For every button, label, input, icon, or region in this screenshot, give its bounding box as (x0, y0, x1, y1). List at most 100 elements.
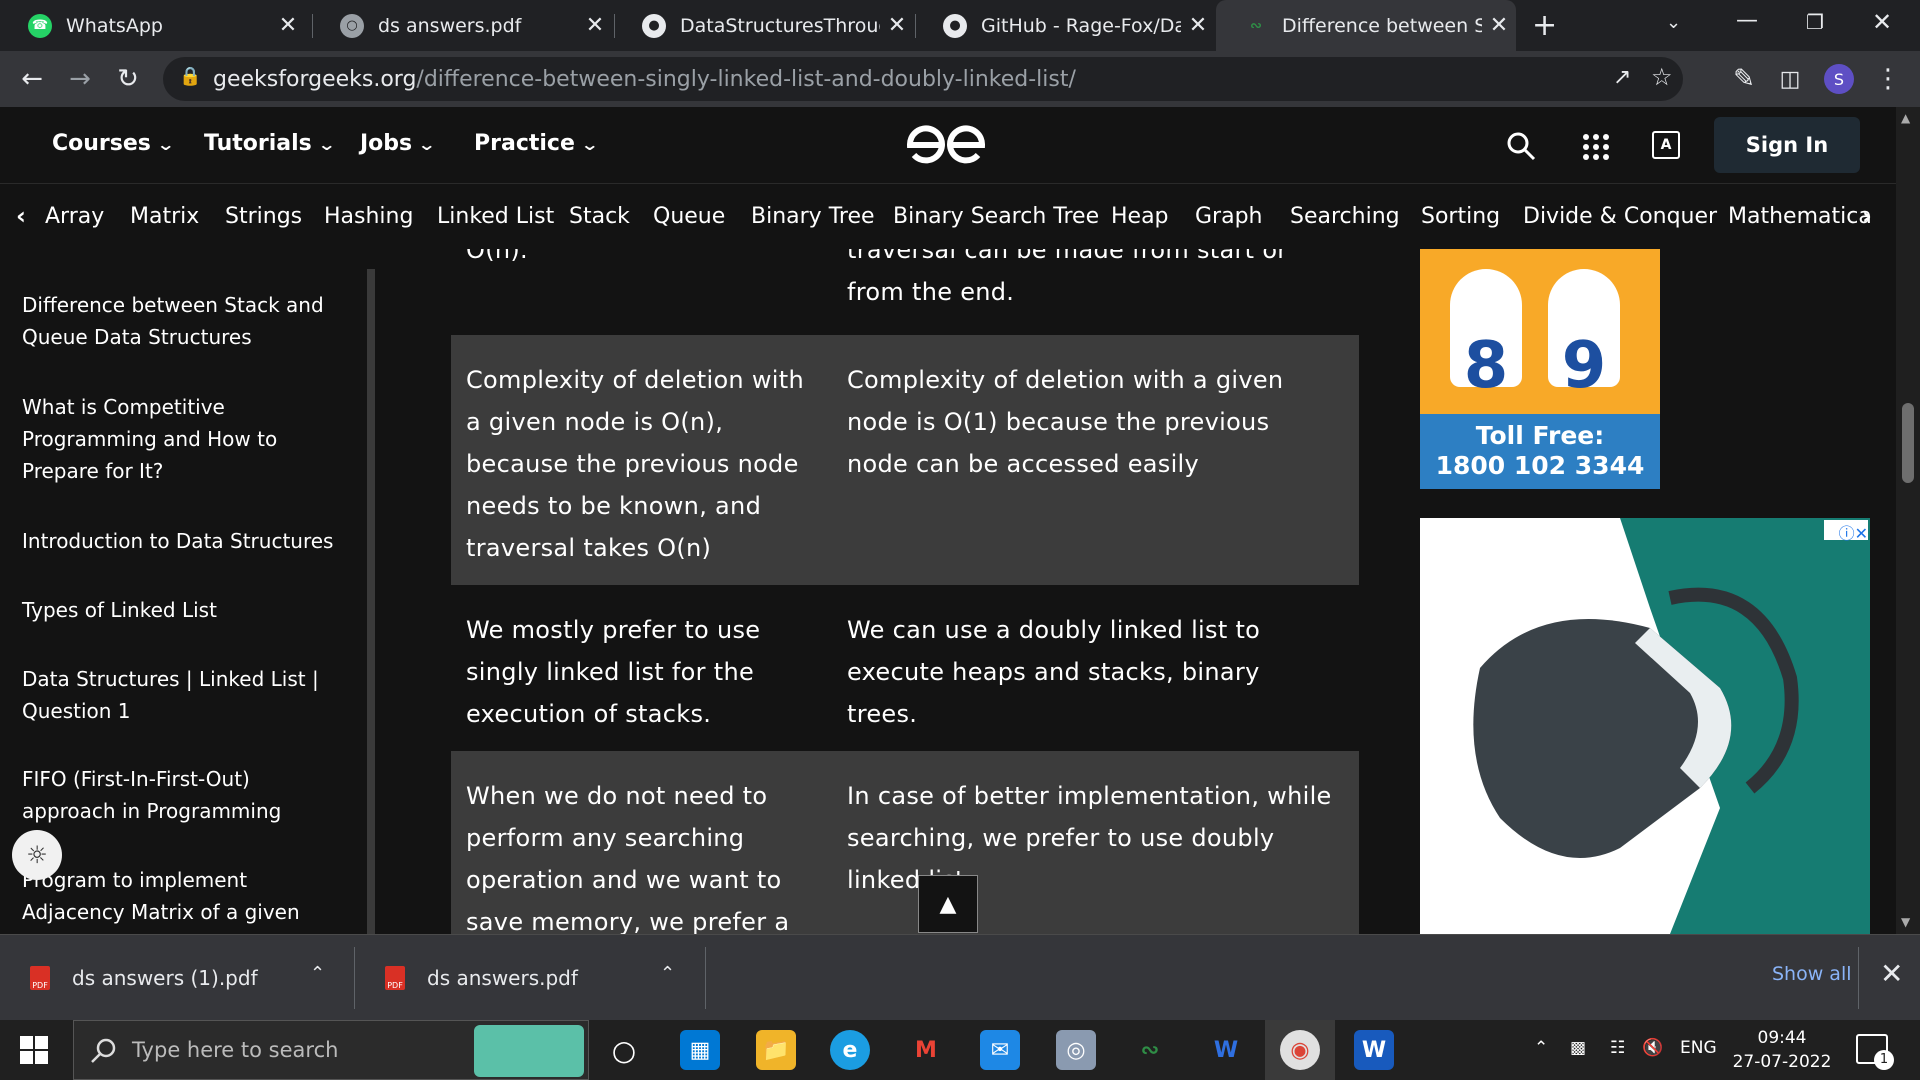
topic-searching[interactable]: Searching (1290, 204, 1400, 229)
table-cell-doubly: traversal can be made from start or from… (847, 249, 1288, 306)
topic-sorting[interactable]: Sorting (1421, 204, 1500, 229)
topic-array[interactable]: Array (45, 204, 104, 229)
chrome-icon[interactable]: ◉ (1280, 1030, 1320, 1070)
mail-icon[interactable]: ✉ (980, 1030, 1020, 1070)
close-icon[interactable]: ✕ (1181, 13, 1215, 38)
sidebar-link-linked-list-question[interactable]: Data Structures | Linked List | Question… (22, 663, 342, 727)
gmail-icon[interactable]: M (906, 1030, 946, 1070)
topic-stack[interactable]: Stack (569, 204, 630, 229)
notification-icon[interactable]: 1 (1856, 1034, 1894, 1070)
sidebar-link-types-linked-list[interactable]: Types of Linked List (22, 594, 342, 626)
close-icon[interactable]: ✕ (1482, 13, 1516, 38)
extensions-icon[interactable]: ✎ (1726, 61, 1762, 97)
gfg-app-icon[interactable]: ∾ (1130, 1030, 1170, 1070)
topic-linked-list[interactable]: Linked List (437, 204, 554, 229)
taskbar-search-input[interactable]: Type here to search (73, 1020, 589, 1080)
battery-icon[interactable]: ▩ (1570, 1038, 1586, 1058)
menu-tutorials[interactable]: Tutorials ⌄ (204, 131, 336, 156)
close-icon[interactable]: ✕ (271, 13, 305, 38)
topic-mathematical[interactable]: Mathematica (1728, 204, 1872, 229)
windows-start-icon[interactable] (20, 1036, 48, 1064)
sidebar-link-fifo[interactable]: FIFO (First-In-First-Out) approach in Pr… (22, 763, 342, 827)
menu-jobs[interactable]: Jobs ⌄ (360, 131, 436, 156)
sidebar-scrollbar[interactable] (367, 269, 375, 934)
word-icon[interactable]: W (1354, 1030, 1394, 1070)
scroll-down-icon[interactable]: ▼ (1901, 915, 1910, 929)
reload-icon[interactable]: ↻ (110, 61, 146, 97)
close-icon[interactable]: ✕ (578, 13, 612, 38)
page-scroll-thumb[interactable] (1902, 403, 1914, 483)
chevron-right-icon[interactable]: › (1862, 202, 1872, 230)
minimize-icon[interactable]: — (1736, 8, 1758, 33)
scroll-up-icon[interactable]: ▲ (1901, 111, 1910, 125)
share-icon[interactable]: ↗ (1613, 65, 1631, 90)
restore-icon[interactable]: ❐ (1806, 10, 1824, 34)
theme-toggle-sun-icon[interactable]: ☼ (12, 830, 62, 880)
topic-graph[interactable]: Graph (1195, 204, 1262, 229)
tab-github-datastructures[interactable]: ● DataStructuresThroughC/ ✕ (614, 0, 914, 51)
chevron-up-icon[interactable]: ⌃ (660, 963, 675, 984)
back-to-top-button[interactable]: ▲ (918, 875, 978, 933)
sidebar-link-adjacency-matrix[interactable]: Program to implement Adjacency Matrix of… (22, 864, 342, 928)
profile-avatar[interactable]: S (1824, 64, 1854, 94)
tab-difference-singly[interactable]: ∾ Difference between Singly ✕ (1216, 0, 1516, 51)
menu-courses[interactable]: Courses ⌄ (52, 131, 175, 156)
ad-banner-vr-headset[interactable]: ⓘ✕ (1420, 518, 1870, 934)
ad-banner-toll-free[interactable]: 8 9 Toll Free: 1800 102 3344 (1420, 249, 1660, 489)
topic-queue[interactable]: Queue (653, 204, 725, 229)
download-item[interactable]: PDF ds answers (1).pdf ⌃ (0, 935, 352, 1021)
tray-chevron-up-icon[interactable]: ⌃ (1534, 1038, 1548, 1058)
edge-browser-icon[interactable]: e (830, 1030, 870, 1070)
address-bar[interactable]: 🔒 geeksforgeeks.org/difference-between-s… (163, 57, 1683, 101)
tab-ds-answers[interactable]: ○ ds answers.pdf ✕ (312, 0, 612, 51)
taskbar-clock[interactable]: 09:44 27-07-2022 (1732, 1026, 1832, 1074)
back-icon[interactable]: ← (14, 61, 50, 97)
microsoft-store-icon[interactable]: ▦ (680, 1030, 720, 1070)
sidebar-link-competitive-programming[interactable]: What is Competitive Programming and How … (22, 391, 342, 487)
tab-search-icon[interactable]: ⌄ (1666, 12, 1681, 33)
topic-strings[interactable]: Strings (225, 204, 302, 229)
topic-divide-conquer[interactable]: Divide & Conquer (1523, 204, 1717, 229)
menu-practice[interactable]: Practice ⌄ (474, 131, 599, 156)
window-close-icon[interactable]: ✕ (1872, 8, 1892, 36)
tab-whatsapp[interactable]: ☎ WhatsApp ✕ (0, 0, 305, 51)
apps-grid-icon[interactable] (1582, 133, 1610, 161)
search-icon[interactable] (1506, 131, 1536, 161)
sign-in-button[interactable]: Sign In (1714, 117, 1860, 173)
close-icon[interactable]: ✕ (880, 13, 914, 38)
translate-icon[interactable]: A (1652, 131, 1680, 159)
language-indicator[interactable]: ENG (1680, 1038, 1717, 1058)
topic-binary-search-tree[interactable]: Binary Search Tree (893, 204, 1099, 229)
article-table: O(n). traversal can be made from start o… (378, 249, 1378, 934)
topic-heap[interactable]: Heap (1111, 204, 1169, 229)
cortana-icon[interactable]: ○ (604, 1030, 644, 1070)
page-scrollbar[interactable]: ▲ ▼ (1896, 107, 1920, 934)
gfg-logo[interactable] (904, 121, 988, 169)
sidebar-link-stack-queue[interactable]: Difference between Stack and Queue Data … (22, 289, 342, 353)
topic-matrix[interactable]: Matrix (130, 204, 199, 229)
sidebar-link-intro-data-structures[interactable]: Introduction to Data Structures (22, 525, 342, 557)
github-icon: ● (642, 13, 666, 38)
webex-icon[interactable]: W (1206, 1030, 1246, 1070)
bookmark-star-icon[interactable]: ☆ (1651, 63, 1673, 91)
download-item[interactable]: PDF ds answers.pdf ⌃ (355, 935, 705, 1021)
show-all-downloads-button[interactable]: Show all (1772, 963, 1852, 985)
table-row: We mostly prefer to use singly linked li… (451, 585, 1359, 751)
side-panel-icon[interactable]: ◫ (1772, 61, 1808, 97)
app-icon[interactable]: ◎ (1056, 1030, 1096, 1070)
ad-close-icon[interactable]: ⓘ✕ (1824, 520, 1868, 543)
close-icon[interactable]: ✕ (1880, 957, 1903, 990)
forward-icon[interactable]: → (62, 61, 98, 97)
topic-hashing[interactable]: Hashing (324, 204, 413, 229)
menu-label: Practice (474, 131, 575, 156)
tab-github-ragefox[interactable]: ● GitHub - Rage-Fox/DataS ✕ (915, 0, 1215, 51)
file-explorer-icon[interactable]: 📁 (756, 1030, 796, 1070)
new-tab-icon[interactable]: + (1532, 8, 1557, 43)
menu-kebab-icon[interactable]: ⋮ (1870, 61, 1906, 97)
chevron-up-icon[interactable]: ⌃ (310, 963, 325, 984)
url-text: geeksforgeeks.org/difference-between-sin… (213, 67, 1076, 92)
wifi-icon[interactable]: ☷ (1610, 1038, 1625, 1058)
chevron-left-icon[interactable]: ‹ (16, 202, 26, 230)
topic-binary-tree[interactable]: Binary Tree (751, 204, 875, 229)
speaker-muted-icon[interactable]: 🔇 (1642, 1038, 1663, 1058)
